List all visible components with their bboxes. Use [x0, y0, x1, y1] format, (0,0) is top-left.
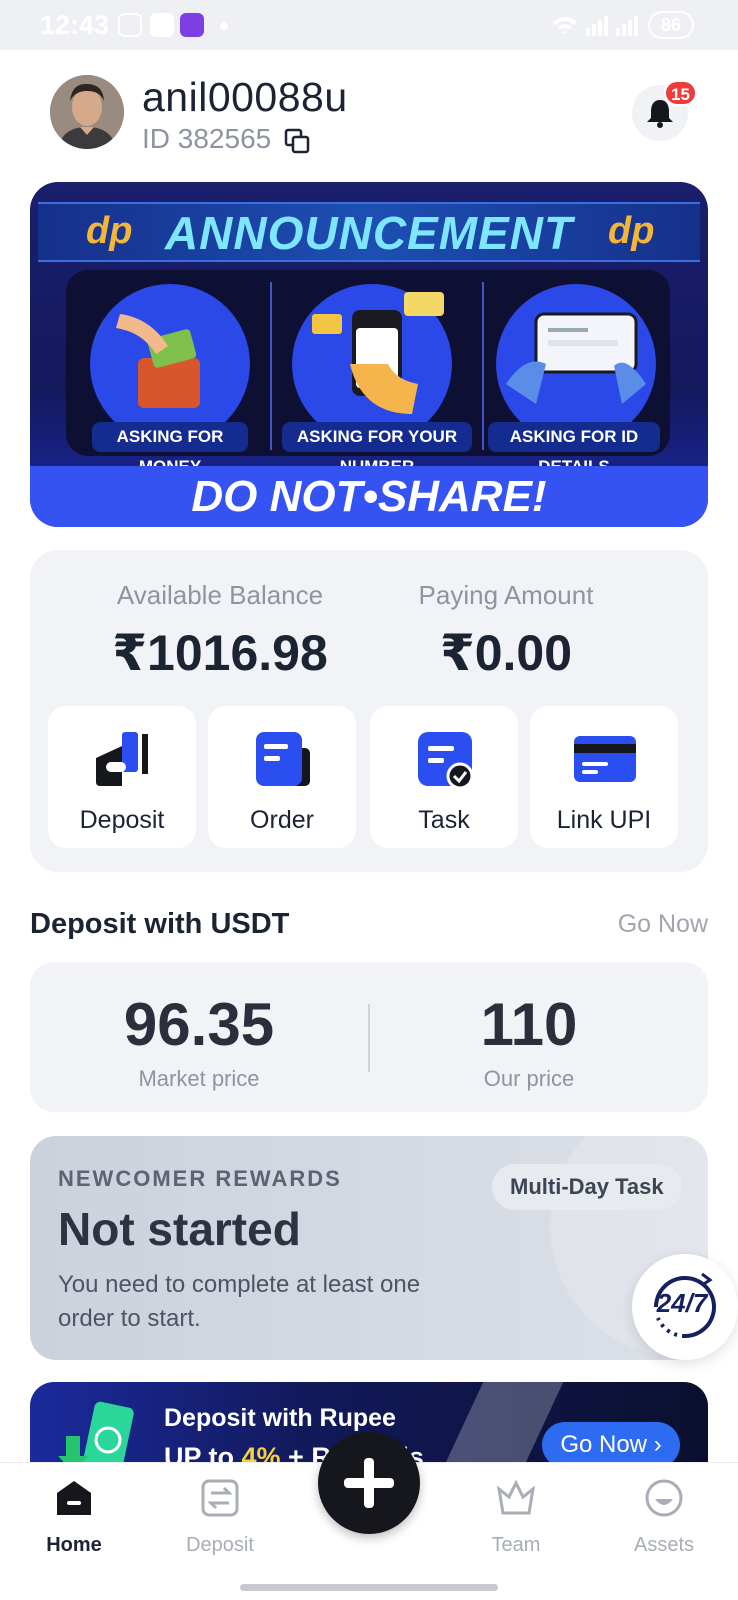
our-price-value: 110 — [480, 991, 578, 1058]
rupee-phone-icon — [58, 1401, 134, 1472]
banner-caption-id: ASKING FOR ID DETAILS — [488, 422, 660, 476]
avatar-image — [50, 75, 124, 149]
task-action-label: Task — [418, 806, 470, 834]
nav-home[interactable]: Home — [14, 1477, 134, 1557]
order-action-button[interactable]: Order — [208, 706, 356, 848]
paying-amount-value: ₹0.00 — [439, 625, 573, 681]
market-price-label: Market price — [138, 1066, 260, 1091]
link-upi-action-label: Link UPI — [556, 806, 652, 834]
add-button[interactable] — [318, 1432, 420, 1534]
deposit-action-button[interactable]: Deposit — [48, 706, 196, 848]
available-balance-label: Available Balance — [116, 580, 324, 610]
task-icon — [418, 732, 474, 790]
phone-illustration — [292, 284, 452, 444]
copy-icon[interactable] — [284, 128, 310, 154]
order-icon — [256, 732, 310, 786]
banner-logo-right: dp — [608, 210, 655, 252]
wifi-icon — [553, 17, 577, 34]
usdt-go-now-link[interactable]: Go Now — [618, 910, 708, 939]
usdt-section-title: Deposit with USDT — [30, 908, 290, 940]
phone-number-icon — [312, 292, 444, 414]
wallet-icon — [96, 732, 148, 786]
nav-team-label: Team — [491, 1534, 541, 1556]
app-notification-icon-2 — [180, 13, 204, 37]
link-upi-action-button[interactable]: Link UPI — [530, 706, 678, 848]
money-illustration — [90, 284, 250, 444]
newcomer-rewards-kicker: NEWCOMER REWARDS — [58, 1166, 342, 1191]
newcomer-description: You need to complete at least one order … — [58, 1271, 421, 1332]
avatar[interactable] — [50, 75, 124, 149]
nav-deposit[interactable]: Deposit — [160, 1477, 280, 1557]
status-time: 12:43 — [40, 10, 110, 40]
assets-icon — [645, 1479, 683, 1517]
crown-icon — [496, 1479, 536, 1515]
balance-card: Available Balance ₹1016.98 Paying Amount… — [30, 550, 708, 872]
newcomer-rewards-card[interactable]: NEWCOMER REWARDS Not started You need to… — [30, 1136, 708, 1360]
username: anil00088u — [142, 74, 348, 120]
battery-indicator: 86 — [648, 11, 694, 39]
multi-day-task-pill[interactable]: Multi-Day Task — [492, 1164, 682, 1210]
support-button[interactable]: 24/7 — [632, 1254, 738, 1360]
plus-icon — [344, 1458, 394, 1508]
paying-amount-label: Paying Amount — [418, 580, 594, 610]
our-price-label: Our price — [483, 1066, 575, 1091]
pocket-money-icon — [116, 314, 200, 408]
dot-icon — [220, 22, 228, 30]
available-balance-value: ₹1016.98 — [112, 625, 328, 681]
card-icon — [574, 736, 636, 782]
support-label: 24/7 — [656, 1288, 708, 1318]
deposit-action-label: Deposit — [79, 806, 165, 834]
signal-icon-1 — [586, 16, 608, 36]
banner-divider-1 — [270, 282, 272, 450]
newcomer-status: Not started — [58, 1203, 301, 1255]
signal-icon-2 — [616, 16, 638, 36]
banner-divider-2 — [482, 282, 484, 450]
order-action-label: Order — [250, 806, 314, 834]
task-action-button[interactable]: Task — [370, 706, 518, 848]
id-details-icon — [506, 312, 646, 404]
screenshot-icon — [118, 13, 142, 37]
nav-assets-label: Assets — [633, 1534, 695, 1556]
promo-go-now-label: Go Now — [560, 1431, 648, 1458]
home-icon — [57, 1481, 91, 1515]
banner-caption-number: ASKING FOR YOUR NUMBER — [282, 422, 472, 476]
banner-caption-money: ASKING FOR MONEY — [92, 422, 248, 476]
app-notification-icon — [150, 13, 174, 37]
notification-badge: 15 — [664, 80, 697, 106]
market-price-value: 96.35 — [123, 991, 275, 1058]
transfer-icon — [201, 1479, 239, 1517]
promo-line-1: Deposit with Rupee — [164, 1404, 396, 1432]
id-illustration — [496, 284, 656, 444]
user-id: ID 382565 — [142, 123, 272, 154]
usdt-price-card[interactable]: 96.35 Market price 110 Our price — [30, 962, 708, 1112]
home-indicator[interactable] — [240, 1584, 498, 1591]
nav-home-label: Home — [46, 1534, 102, 1556]
nav-team[interactable]: Team — [456, 1477, 576, 1557]
nav-assets[interactable]: Assets — [604, 1477, 724, 1557]
status-bar: 12:43 86 — [0, 0, 738, 50]
announcement-banner[interactable]: dp ANNOUNCEMENT dp ASKING FOR MONEY ASKI… — [30, 182, 708, 527]
nav-deposit-label: Deposit — [186, 1534, 254, 1556]
banner-footer: DO NOT•SHARE! — [30, 466, 708, 527]
chevron-right-icon: › — [653, 1431, 662, 1458]
banner-title: ANNOUNCEMENT — [164, 207, 574, 259]
